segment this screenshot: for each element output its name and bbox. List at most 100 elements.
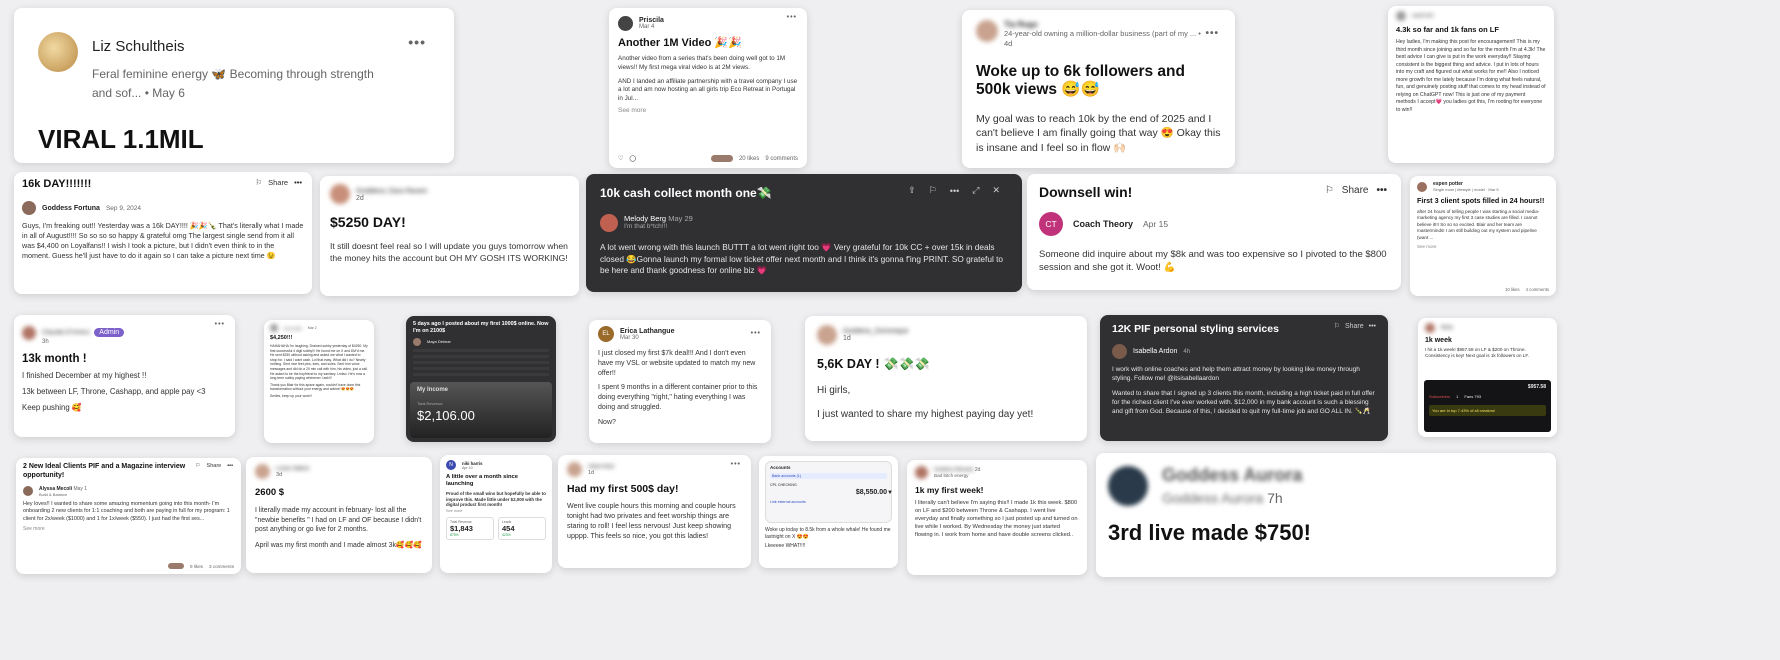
post-body-1: I literally made my account in february-… [255, 507, 422, 534]
author-name[interactable]: Erica Lathangue [620, 328, 674, 335]
author-name[interactable]: Goddess Aurora [1162, 465, 1302, 486]
close-icon[interactable]: ✕ [992, 185, 1000, 196]
author-name[interactable]: Goddess Zara Raven [356, 186, 427, 195]
more-options-icon[interactable]: ••• [1205, 28, 1219, 39]
see-more-link[interactable]: See more [23, 526, 234, 532]
author-tagline: Single mom | lifestyle | model · Mar 5 [1433, 187, 1499, 192]
post-card-1k-week[interactable]: Melia 1k week I hit a 1k week! $957.58 o… [1418, 318, 1557, 437]
post-card-16k-day[interactable]: 16k DAY!!!!!!! ⚐ Share ••• Goddess Fortuna… [14, 172, 312, 294]
likes-count[interactable]: 9 likes [190, 564, 203, 569]
post-card-4250[interactable]: Mel Smith Mar 2 $4,250!!! HAHAHAHA I'm la… [264, 320, 374, 443]
post-card-1k-first-week[interactable]: Goddess Miranda 2d Bad bitch energy 1k my… [907, 460, 1087, 575]
author-name[interactable]: Priscila [639, 17, 664, 24]
share-icon[interactable]: ⇪ [908, 185, 916, 196]
author-name[interactable]: Goddess Miranda [934, 467, 973, 473]
bookmark-icon[interactable]: ⚐ [196, 463, 201, 469]
post-card-1m-video[interactable]: Priscila Mar 4 ••• Another 1M Video 🎉🎉 An… [609, 8, 807, 168]
author-name[interactable]: niki harris [462, 461, 483, 466]
account-balance: $8,550.00 [855, 489, 887, 496]
bookmark-icon[interactable]: ⚐ [255, 178, 262, 187]
author-name[interactable]: Sara Ruiz [588, 464, 614, 470]
post-card-12k-pif[interactable]: 12K PIF personal styling services ⚐ Share… [1100, 315, 1388, 441]
author-name[interactable]: sarah kim [1412, 13, 1434, 19]
likes-count[interactable]: 10 likes [1505, 287, 1520, 292]
avatar [22, 326, 36, 340]
author-name[interactable]: Goddess_Dominique [843, 328, 908, 335]
post-card-8-5k-whale[interactable]: Accounts Bank accounts (1) CPL CHECKING … [759, 456, 898, 568]
comments-count[interactable]: 4 comments [1526, 287, 1549, 292]
more-options-icon[interactable]: ••• [731, 461, 741, 468]
subscribers-count: 1 [1456, 394, 1459, 399]
post-date: Apr 15 [1143, 219, 1169, 229]
post-body-2: Wanted to share that I signed up 3 clien… [1112, 390, 1375, 416]
more-options-icon[interactable]: ••• [227, 463, 233, 469]
comment-icon[interactable]: ◯ [629, 155, 636, 162]
post-card-3-clients[interactable]: espen potter Single mom | lifestyle | mod… [1410, 176, 1556, 296]
chevron-down-icon[interactable]: ▼ [887, 490, 893, 496]
author-name[interactable]: Mel Smith [284, 326, 302, 331]
post-card-500-day[interactable]: Sara Ruiz 1d ••• Had my first 500$ day! W… [558, 455, 751, 568]
post-card-13k-month[interactable]: Claudia D'Amico Admin 3h ••• 13k month ! … [14, 315, 235, 437]
author-name[interactable]: Goddess Fortuna [42, 205, 100, 212]
author-name[interactable]: Liz Schultheis [92, 38, 382, 55]
post-body: HAHAHAHA I'm laughing. Drained subby yes… [270, 344, 368, 381]
see-more-link[interactable]: See more [446, 509, 546, 513]
post-card-6k-followers[interactable]: Tia Rugs 24-year-old owning a million-do… [962, 10, 1235, 168]
more-options-icon[interactable]: ••• [787, 14, 797, 21]
author-name[interactable]: Coach Theory [1073, 219, 1133, 229]
post-card-3rd-live[interactable]: Goddess Aurora Goddess Aurora 7h 3rd liv… [1096, 453, 1556, 577]
share-button[interactable]: Share [1342, 185, 1369, 196]
author-name[interactable]: Alyssa Mecoli [39, 486, 72, 492]
post-card-5-6k-day[interactable]: Goddess_Dominique 1d 5,6K DAY ! 💸💸💸 Hi gi… [805, 316, 1087, 441]
earnings-screenshot: $957.58 Subscribers 1 Fans 793 You are in … [1424, 380, 1551, 432]
post-body-1: Hi girls, [817, 385, 851, 396]
more-options-icon[interactable]: ••• [294, 178, 302, 187]
see-more-link[interactable]: See more [1417, 244, 1549, 249]
author-name[interactable]: Tia Rugs [1004, 20, 1204, 29]
author-name[interactable]: Claudia D'Amico [42, 329, 90, 336]
post-card-2100[interactable]: 5 days ago I posted about my first 1000$… [406, 316, 556, 442]
post-card-4-3k[interactable]: sarah kim 4.3k so far and 1k fans on LF … [1388, 6, 1554, 163]
post-card-2600[interactable]: Lucia Valera 3d 2600 $ I literally made m… [246, 457, 432, 573]
post-date: 3d [276, 471, 283, 478]
author-tagline: I'm that b*tch!!! [624, 223, 668, 230]
avatar [915, 466, 928, 479]
more-options-icon[interactable]: ••• [215, 321, 225, 328]
author-name[interactable]: Lucia Valera [276, 466, 309, 472]
bookmark-icon[interactable]: ⚐ [929, 185, 937, 196]
avatar [23, 486, 33, 496]
post-card-viral[interactable]: Liz Schultheis Feral feminine energy 🦋 B… [14, 8, 454, 163]
share-button[interactable]: Share [207, 463, 222, 469]
likes-count[interactable]: 20 likes [739, 156, 759, 162]
see-more-link[interactable]: See more [618, 107, 798, 114]
more-options-icon[interactable]: ••• [751, 330, 761, 337]
avatar [255, 464, 270, 479]
bookmark-icon[interactable]: ⚐ [1334, 322, 1340, 330]
post-card-5250-day[interactable]: Goddess Zara Raven 2d $5250 DAY! It still… [320, 176, 579, 296]
author-name[interactable]: Isabella Ardon [1133, 348, 1177, 355]
post-title: A little over a month since launching [446, 474, 518, 487]
share-button[interactable]: Share [1345, 323, 1364, 330]
share-button[interactable]: Share [268, 178, 288, 187]
author-name[interactable]: Melia [1441, 325, 1453, 331]
more-options-icon[interactable]: ••• [408, 34, 426, 50]
comments-count[interactable]: 9 comments [765, 156, 798, 162]
expand-icon[interactable]: ⤢ [972, 185, 979, 196]
more-options-icon[interactable]: ••• [1369, 323, 1376, 330]
heart-icon[interactable]: ♡ [618, 155, 623, 162]
comments-count[interactable]: 3 comments [209, 564, 234, 569]
post-card-7k-deal[interactable]: EL Erica Lathangue Mar 30 ••• I just clos… [589, 320, 771, 443]
post-body: A lot went wrong with this launch BUTTT … [600, 242, 1004, 276]
more-options-icon[interactable]: ••• [1376, 185, 1387, 196]
more-options-icon[interactable]: ••• [950, 186, 959, 196]
post-body-1: I finished December at my highest !! [22, 371, 147, 380]
post-card-month-since-launch[interactable]: N niki harris Apr 10 A little over a mont… [440, 455, 552, 573]
post-body: I literally can't believe I'm saying thi… [915, 500, 1078, 538]
post-card-10k-cash[interactable]: 10k cash collect month one💸 ⇪ ⚐ ••• ⤢ ✕ Melo… [586, 174, 1022, 292]
post-card-2-clients[interactable]: 2 New Ideal Clients PIF and a Magazine i… [16, 458, 241, 574]
bookmark-icon[interactable]: ⚐ [1325, 185, 1334, 196]
author-name[interactable]: Maya Delmar [427, 339, 451, 344]
post-card-downsell[interactable]: Downsell win! ⚐ Share ••• CT Coach Theory … [1027, 174, 1401, 290]
avatar [1108, 465, 1148, 506]
author-name[interactable]: Melody Berg [624, 214, 666, 223]
